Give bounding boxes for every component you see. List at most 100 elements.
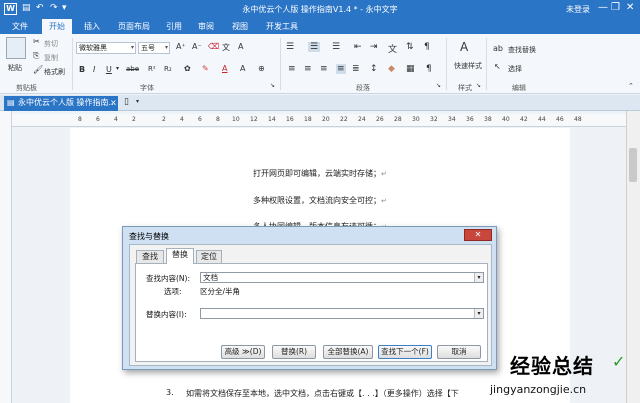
style-dialog-launcher-icon[interactable]: ↘ [476,82,481,89]
underline-button[interactable]: U [106,65,112,74]
shading-icon[interactable]: ◆ [388,64,395,74]
char-shading-icon[interactable]: A [240,64,245,73]
quick-style-button[interactable]: 快速样式 [454,61,482,71]
undo-icon[interactable]: ↶ [36,3,44,13]
close-tab-icon[interactable]: × [110,96,117,110]
select-icon[interactable]: ↖ [494,62,501,71]
chinese-layout-icon[interactable]: 文 [388,42,397,55]
paragraph-dialog-launcher-icon[interactable]: ↘ [436,82,441,89]
format-painter-icon[interactable]: 🖌 [33,65,43,74]
tab-view[interactable]: 视图 [226,19,254,34]
window-title: 永中优云个人版 操作指南V1.4 * - 永中文字 [242,5,398,14]
cut-button[interactable]: 剪切 [44,39,58,49]
subscript-button[interactable]: R₂ [164,65,172,73]
quick-style-icon[interactable]: A [460,40,468,54]
format-painter-button[interactable]: 格式刷 [44,67,65,77]
superscript-button[interactable]: R² [148,65,156,73]
borders-icon[interactable]: ▦ [406,64,415,74]
cancel-button[interactable]: 取消 [437,345,481,359]
tab-file[interactable]: 文件 [6,19,34,34]
decrease-indent-icon[interactable]: ⇤ [354,42,362,52]
paragraph-mark-icon[interactable]: ¶ [426,64,432,74]
show-marks-icon[interactable]: ¶ [424,42,430,52]
grow-font-icon[interactable]: A⁺ [176,42,186,51]
tab-developer[interactable]: 开发工具 [260,19,304,34]
numbering-icon[interactable]: ☰ [308,42,321,52]
ruler-number: 40 [502,116,510,123]
tab-review[interactable]: 审阅 [192,19,220,34]
save-icon[interactable]: ▤ [22,3,31,13]
multilevel-list-icon[interactable]: ☰ [332,42,340,52]
cut-icon[interactable]: ✂ [33,37,40,46]
select-button[interactable]: 选择 [508,64,522,74]
justify-icon[interactable]: ≡ [336,64,346,74]
ruler-number: 24 [358,116,366,123]
bullets-icon[interactable]: ☰ [286,42,294,52]
tab-goto[interactable]: 定位 [196,250,222,263]
align-right-icon[interactable]: ≡ [320,64,328,74]
horizontal-ruler: 8 6 4 2 2 4 6 8 10 12 14 16 18 20 22 24 … [12,114,626,127]
strikethrough-button[interactable]: abe [126,65,139,73]
sort-icon[interactable]: ⇅ [406,42,414,52]
customize-dropdown-icon[interactable]: ▾ [62,3,67,13]
ruler-number: 4 [114,116,118,123]
text-effect-icon[interactable]: ✿ [184,64,191,73]
login-status[interactable]: 未登录 [566,4,590,15]
dialog-close-button[interactable]: ✕ [464,229,492,241]
font-dialog-launcher-icon[interactable]: ↘ [270,82,275,89]
increase-indent-icon[interactable]: ⇥ [370,42,378,52]
font-color-icon[interactable]: A [222,64,227,73]
align-center-icon[interactable]: ≡ [304,64,312,74]
scrollbar-thumb[interactable] [629,148,637,182]
clear-format-icon[interactable]: ⌫ [208,42,219,51]
replace-all-button[interactable]: 全部替换(A) [323,345,373,359]
distributed-icon[interactable]: ≣ [352,64,360,74]
replace-input[interactable]: ▾ [200,308,484,319]
font-family-select[interactable]: 微软雅黑 ▾ [76,42,136,54]
highlight-icon[interactable]: ✎ [202,64,209,73]
tab-insert[interactable]: 插入 [78,19,106,34]
underline-dropdown-icon[interactable]: ▾ [116,65,119,72]
tab-home[interactable]: 开始 [42,19,72,34]
find-replace-icon[interactable]: ab [493,44,503,53]
line-spacing-icon[interactable]: ↕ [370,64,378,74]
restore-icon[interactable]: ❐ [611,2,620,13]
ruler-number: 22 [340,116,348,123]
copy-icon[interactable]: ⎘ [33,51,39,61]
tab-references[interactable]: 引用 [160,19,188,34]
find-next-button[interactable]: 查找下一个(F) [378,345,432,359]
ruler-number: 46 [556,116,564,123]
tab-find[interactable]: 查找 [136,250,164,263]
dialog-title: 查找与替换 [129,232,169,241]
options-value: 区分全/半角 [200,287,241,296]
tab-replace[interactable]: 替换 [166,248,194,264]
replace-label: 替换内容(I): [146,310,187,319]
replace-button[interactable]: 替换(R) [272,345,316,359]
bold-button[interactable]: B [79,65,85,74]
enclose-char-icon[interactable]: ⊕ [258,64,265,73]
collapse-ribbon-icon[interactable]: ⌃ [628,82,634,90]
char-border-icon[interactable]: A [238,42,243,51]
new-document-dropdown-icon[interactable]: ▾ [136,98,139,105]
tab-page-layout[interactable]: 页面布局 [112,19,156,34]
italic-button[interactable]: I [93,65,95,74]
find-history-dropdown-icon[interactable]: ▾ [474,273,483,282]
close-icon[interactable]: ✕ [626,2,634,13]
style-group-label: 样式 [458,84,472,92]
replace-history-dropdown-icon[interactable]: ▾ [474,309,483,318]
copy-button[interactable]: 复制 [44,53,58,63]
minimize-icon[interactable]: — [598,2,608,13]
document-tab[interactable]: ▤ 永中优云个人版 操作指南... × [4,96,118,111]
font-size-select[interactable]: 五号 ▾ [138,42,170,54]
align-left-icon[interactable]: ≡ [288,64,296,74]
paste-button[interactable]: 粘贴 [8,63,22,73]
advanced-button[interactable]: 高级 ≫(D) [221,345,265,359]
paste-icon[interactable] [6,37,26,59]
redo-icon[interactable]: ↷ [50,3,58,13]
phonetic-icon[interactable]: 文 [222,42,230,53]
new-document-icon[interactable]: ▯ [124,97,129,107]
find-input[interactable]: 文档 ▾ [200,272,484,283]
find-replace-button[interactable]: 查找替换 [508,45,536,55]
shrink-font-icon[interactable]: A⁻ [192,42,202,51]
ruler-number: 2 [132,116,136,123]
